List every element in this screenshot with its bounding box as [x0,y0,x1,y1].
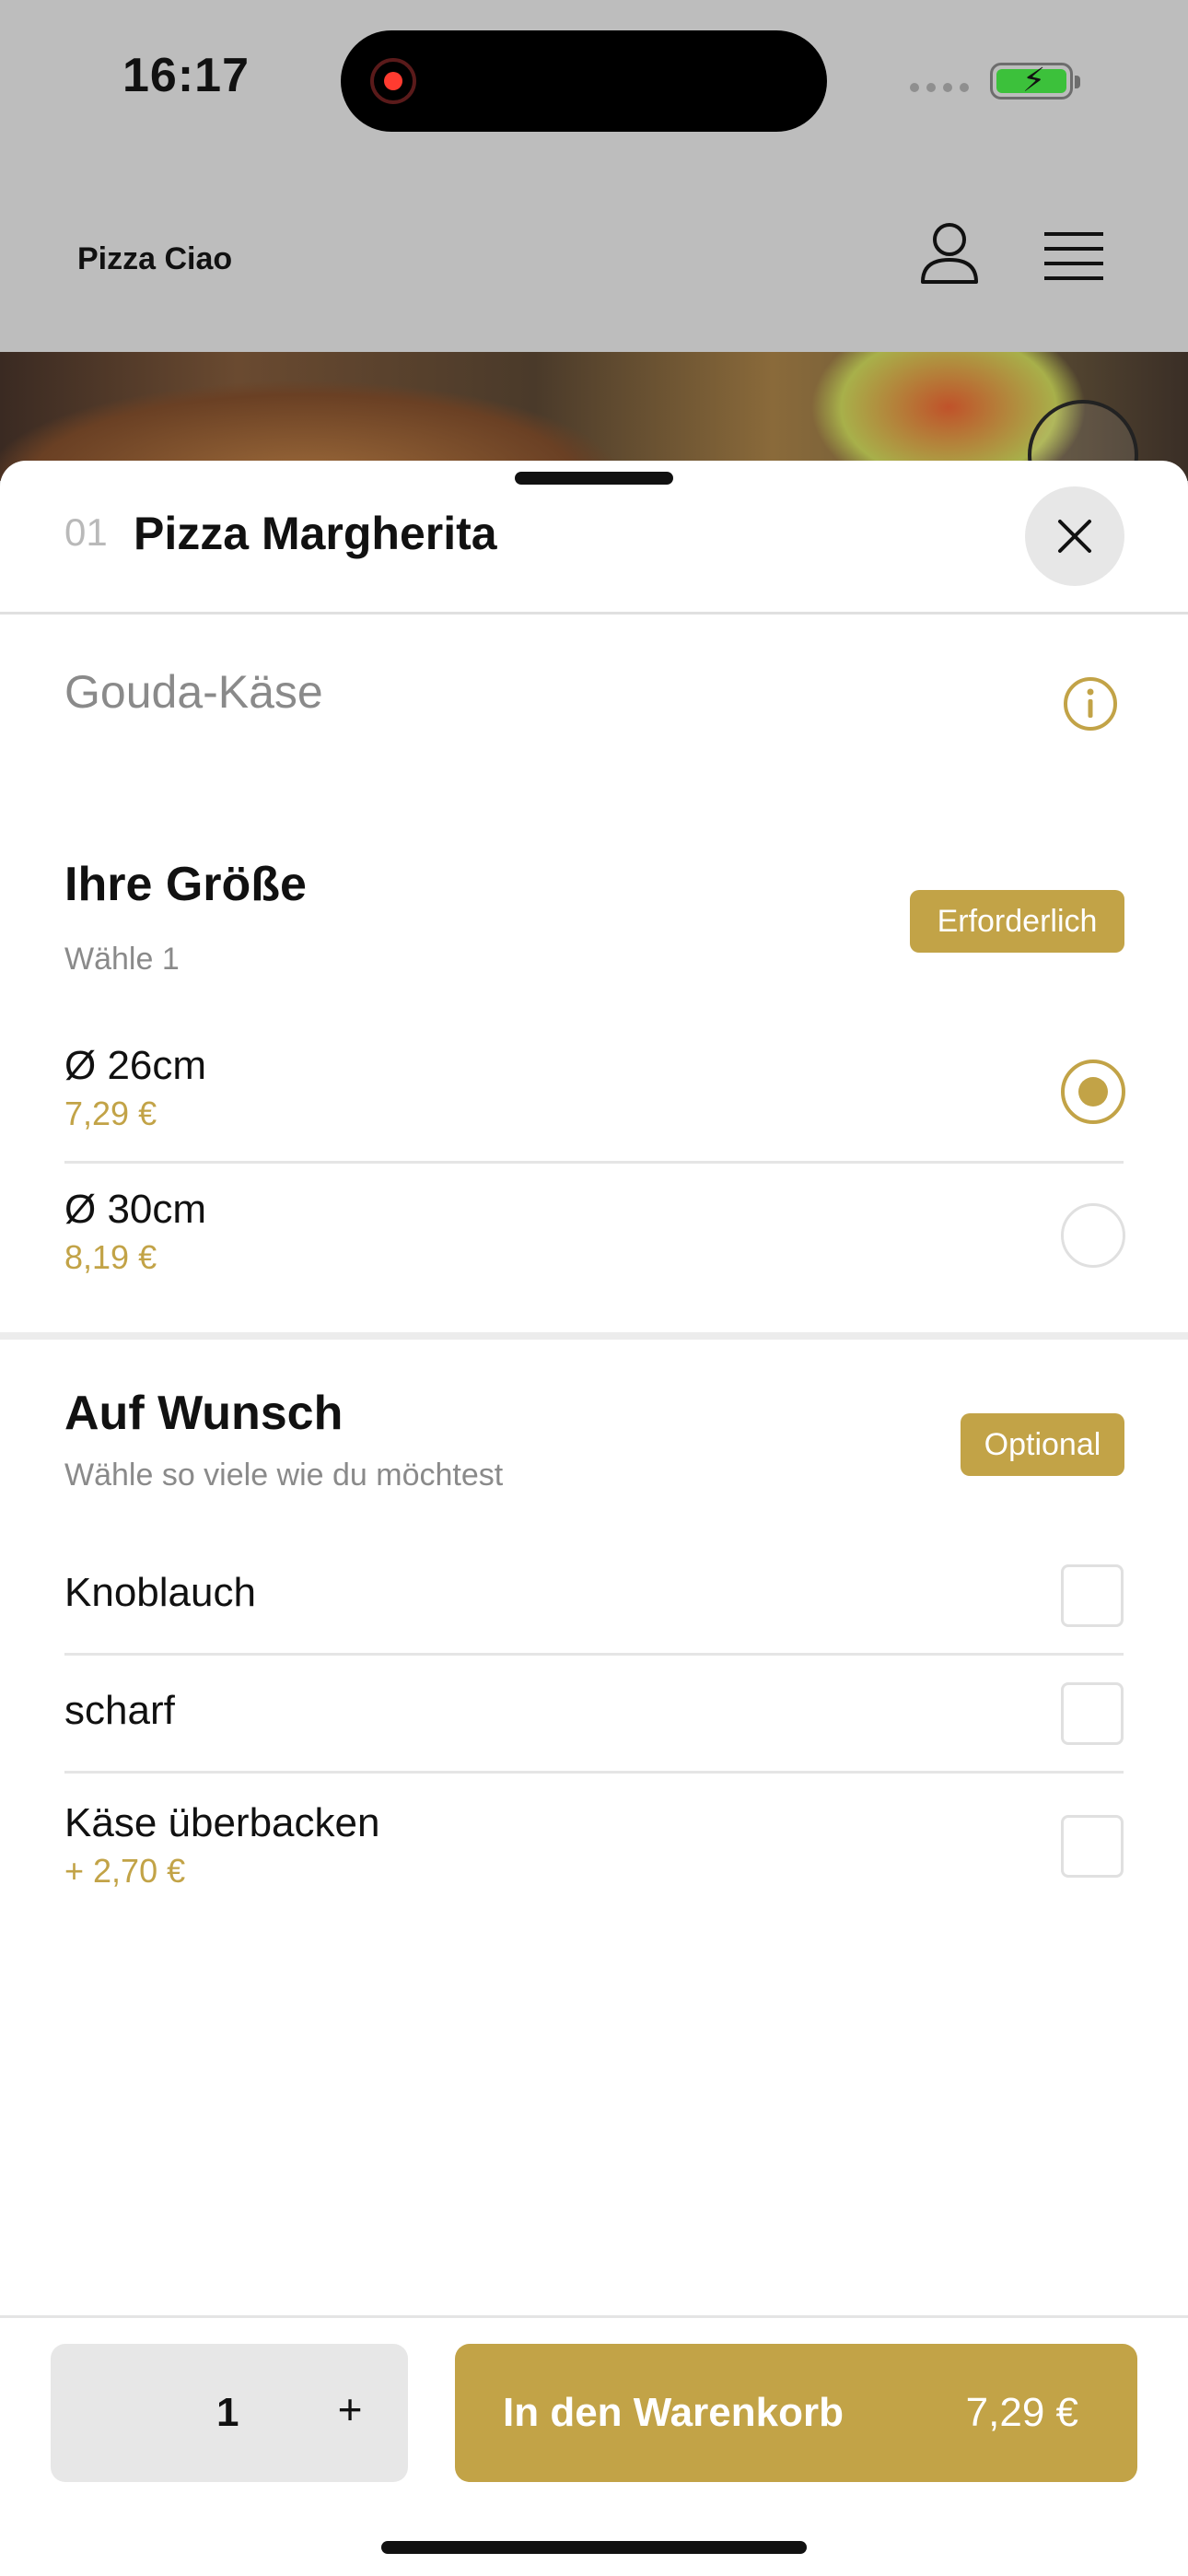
add-to-cart-button[interactable]: In den Warenkorb 7,29 € [455,2344,1137,2482]
quantity-plus-button[interactable]: + [327,2384,373,2434]
size-option-price: 8,19 € [64,1238,157,1276]
product-detail-sheet: 01 Pizza Margherita Gouda-Käse Ihre Größ… [0,461,1188,2576]
brand-name[interactable]: Pizza Ciao [77,241,232,277]
quantity-stepper[interactable]: 1 + [51,2344,408,2482]
size-option-label: Ø 30cm [64,1187,207,1232]
recording-indicator-icon [370,58,416,104]
size-option-price: 7,29 € [64,1095,157,1132]
status-bar: 16:17 ⚡ [0,0,1188,157]
dynamic-island [341,30,827,132]
user-account-icon[interactable] [919,221,980,286]
quantity-value: 1 [216,2390,239,2435]
product-title: Pizza Margherita [134,508,497,559]
app-header: Pizza Ciao [0,157,1188,352]
size-radio-selected[interactable] [1061,1060,1125,1124]
hamburger-menu-icon[interactable] [1044,230,1103,282]
optional-badge: Optional [961,1413,1124,1476]
size-section-subtitle: Wähle 1 [64,942,180,977]
extra-option-label: Käse überbacken [64,1800,380,1845]
add-to-cart-label: In den Warenkorb [503,2390,844,2435]
row-divider [64,1771,1124,1774]
extra-checkbox[interactable] [1061,1564,1124,1627]
extras-section-title: Auf Wunsch [64,1387,344,1440]
cellular-signal-icon [910,83,969,92]
size-radio[interactable] [1061,1203,1125,1268]
info-icon[interactable] [1063,676,1118,732]
size-section-title: Ihre Größe [64,858,307,911]
section-separator [0,1332,1188,1340]
sheet-grabber[interactable] [515,472,673,485]
close-button[interactable] [1025,486,1124,586]
extra-option-price: + 2,70 € [64,1852,186,1890]
extra-checkbox[interactable] [1061,1682,1124,1745]
extras-section-subtitle: Wähle so viele wie du möchtest [64,1458,504,1493]
cart-total-price: 7,29 € [965,2390,1078,2435]
row-divider [64,1161,1124,1164]
size-option-label: Ø 26cm [64,1043,207,1088]
product-description: Gouda-Käse [64,666,323,718]
close-icon [1058,520,1091,553]
extra-checkbox[interactable] [1061,1815,1124,1878]
item-number: 01 [64,510,108,554]
status-time: 16:17 [122,49,250,102]
extra-option-label: Knoblauch [64,1570,256,1615]
header-divider [0,612,1188,615]
required-badge: Erforderlich [910,890,1124,953]
battery-icon: ⚡ [990,61,1080,100]
row-divider [64,1653,1124,1656]
extra-option-label: scharf [64,1688,175,1733]
footer-divider [0,2315,1188,2318]
charging-bolt-icon: ⚡ [1022,61,1046,99]
home-indicator[interactable] [381,2541,807,2554]
